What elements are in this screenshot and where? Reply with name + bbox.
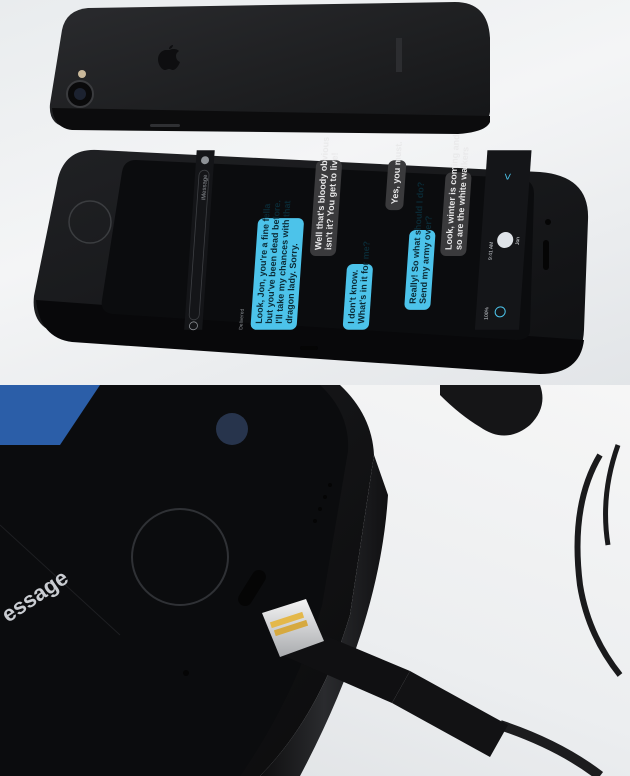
camera-lens-icon xyxy=(66,80,94,108)
top-photo: < 9:41 AM 100% Jon Look, winter is comin… xyxy=(0,0,630,385)
avatar xyxy=(216,413,248,445)
top-photo-canvas: < 9:41 AM 100% Jon Look, winter is comin… xyxy=(33,2,589,374)
phone-closeup: essage xyxy=(0,385,388,776)
headphone-hole xyxy=(183,670,189,676)
bottom-photo-canvas: essage xyxy=(0,385,623,776)
phone-back-view xyxy=(49,2,490,134)
header-battery: 100% xyxy=(484,307,491,320)
lightning-port xyxy=(300,346,318,350)
earphone xyxy=(440,385,623,677)
flash-icon xyxy=(78,70,86,78)
front-camera-icon xyxy=(545,219,551,225)
contact-name: Jon xyxy=(515,237,522,245)
bottom-photo: essage xyxy=(0,385,630,776)
side-button xyxy=(150,124,180,127)
back-icon[interactable]: < xyxy=(500,173,515,180)
header-time: 9:41 AM xyxy=(488,242,495,260)
phone-back-text xyxy=(396,38,402,72)
earpiece-icon xyxy=(543,240,549,270)
